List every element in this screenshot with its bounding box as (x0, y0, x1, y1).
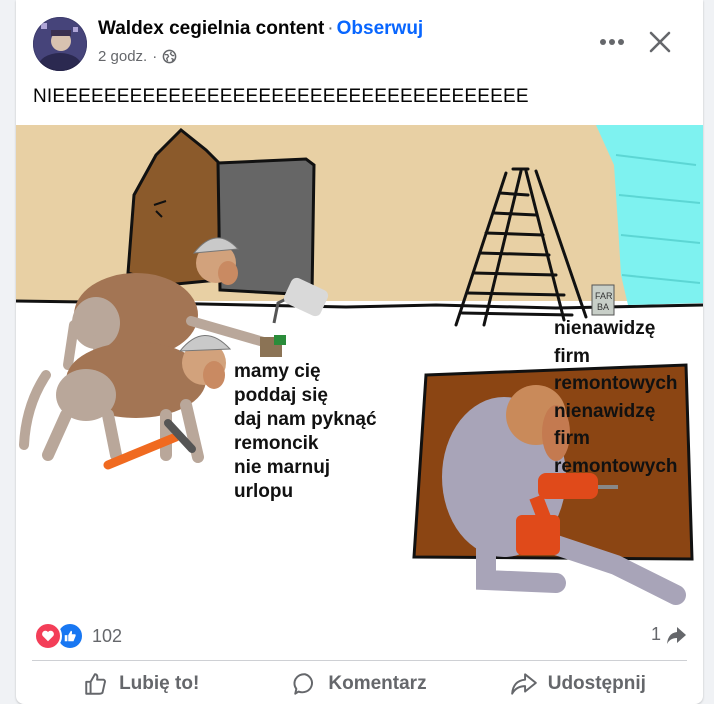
meme-image[interactable]: FAR BA mamy cię poddaj się daj nam pykną… (16, 125, 703, 607)
author-line: Waldex cegielnia content · Obserwuj (98, 18, 423, 40)
more-options-button[interactable] (594, 24, 630, 60)
share-label: Udostępnij (547, 673, 646, 694)
monkey-bottom (19, 335, 232, 470)
reactions-summary[interactable]: 102 (34, 622, 122, 650)
comment-icon (293, 673, 314, 695)
like-label: Lubię to! (119, 673, 200, 694)
comment-label: Komentarz (328, 673, 427, 694)
comment-button[interactable]: Komentarz (250, 664, 468, 704)
meta-separator: · (152, 48, 158, 65)
separator-dot: · (327, 18, 334, 39)
left-caption-line: urlopu (234, 481, 294, 502)
left-caption-line: mamy cię (234, 361, 321, 382)
more-dots-icon (600, 39, 624, 45)
right-caption-line: remontowych (554, 455, 678, 477)
left-caption-line: poddaj się (234, 385, 328, 406)
share-count: 1 (650, 624, 661, 644)
like-button[interactable]: Lubię to! (32, 664, 250, 704)
right-caption-line: remontowych (554, 373, 678, 394)
left-caption-line: nie marnuj (234, 457, 331, 478)
follow-button[interactable]: Obserwuj (337, 18, 424, 39)
close-icon (649, 31, 671, 53)
paint-label-1: FAR (595, 291, 613, 301)
divider (32, 660, 687, 661)
right-caption: nienawidzę firm remontowych nienawidzę f… (554, 315, 678, 480)
post-stats: 102 1 (16, 608, 703, 660)
right-caption-line: nienawidzę (554, 400, 656, 422)
post-time[interactable]: 2 godz. (98, 48, 147, 65)
reaction-count: 102 (92, 625, 123, 646)
left-caption-line: remoncik (234, 433, 319, 454)
action-bar: Lubię to! Komentarz Udostępnij (32, 664, 687, 704)
post-text: NIEEEEEEEEEEEEEEEEEEEEEEEEEEEEEEEEEEEEE (33, 86, 529, 107)
author-name[interactable]: Waldex cegielnia content (98, 18, 324, 39)
post-card: Waldex cegielnia content · Obserwuj 2 godz… (16, 0, 703, 704)
post-meta: 2 godz. · (98, 48, 177, 65)
right-caption-line: firm (554, 345, 590, 367)
share-stats[interactable]: 1 (651, 624, 687, 645)
author-avatar[interactable] (33, 17, 87, 71)
globe-icon (162, 49, 177, 64)
close-button[interactable] (640, 22, 680, 62)
post-header: Waldex cegielnia content · Obserwuj 2 godz… (16, 0, 703, 80)
share-arrow-icon (667, 626, 686, 644)
right-caption-line: nienawidzę (554, 318, 656, 339)
share-icon (510, 673, 537, 695)
thumbs-up-outline-icon (85, 673, 107, 695)
left-caption: mamy cię poddaj się daj nam pyknąć remon… (234, 360, 377, 504)
share-button[interactable]: Udostępnij (469, 664, 687, 704)
left-caption-line: daj nam pyknąć (234, 409, 377, 430)
paint-label-2: BA (597, 302, 609, 312)
right-caption-line: firm (554, 428, 590, 449)
heart-icon (34, 622, 62, 650)
